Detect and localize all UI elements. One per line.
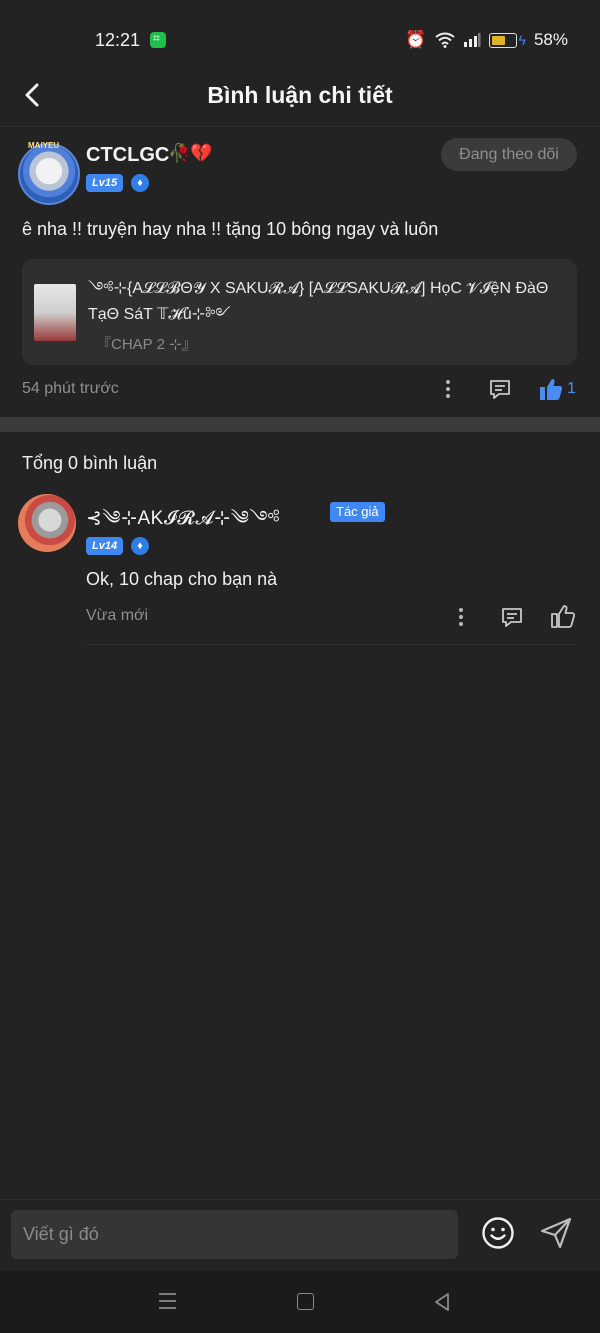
level-badge: Lv14: [86, 537, 124, 555]
home-icon[interactable]: [297, 1293, 314, 1310]
comment-input[interactable]: [11, 1210, 458, 1259]
battery-icon: [488, 32, 517, 48]
comment-timestamp: 54 phút trước: [22, 380, 119, 397]
battery-fill: [491, 35, 505, 45]
section-separator: [0, 417, 600, 432]
send-icon[interactable]: [538, 1215, 574, 1251]
reply-icon[interactable]: [500, 605, 524, 629]
signal-icon: [463, 33, 481, 47]
avatar-frame-tag: MAIYEU: [28, 141, 60, 150]
commenter-username[interactable]: CTCLGC: [86, 144, 169, 167]
recent-apps-icon[interactable]: [158, 1292, 177, 1310]
medal-icon: ♦: [131, 537, 149, 555]
reply-author-avatar[interactable]: [18, 494, 76, 552]
like-filled-icon[interactable]: [538, 376, 564, 402]
header-divider: [0, 126, 600, 127]
username-emoji: 🥀💔: [168, 143, 213, 163]
wifi-icon: [434, 32, 455, 48]
comment-text: ê nha !! truyện hay nha !! tặng 10 bông …: [22, 219, 439, 239]
page-title: Bình luận chi tiết: [207, 82, 393, 108]
status-indicators: ⏰ ϟ 58%: [405, 30, 568, 50]
input-divider: [0, 1199, 600, 1200]
more-options-icon[interactable]: [453, 606, 469, 628]
author-badge: Tác giả: [330, 502, 385, 522]
system-back-icon[interactable]: [433, 1292, 451, 1312]
status-time: 12:21: [95, 30, 141, 50]
story-cover-image: [34, 284, 76, 341]
like-count: 1: [567, 380, 576, 397]
reply-timestamp: Vừa mới: [86, 607, 149, 624]
charging-icon: ϟ: [518, 32, 526, 48]
battery-percent: 58%: [533, 30, 568, 49]
emoji-icon[interactable]: [481, 1216, 515, 1250]
total-comments-label: Tổng 0 bình luận: [22, 453, 158, 473]
story-title: ༺⊹{A𝓛𝓛𝓑Θ𝓨 X SAKU𝓡𝓐} [A𝓛𝓛SAKU𝓡𝓐] HọC 𝓥𝓘ệN…: [88, 280, 549, 323]
like-outline-icon[interactable]: [550, 603, 576, 629]
medal-icon: ♦: [131, 174, 149, 192]
level-badge: Lv15: [86, 174, 124, 192]
reply-text: Ok, 10 chap cho bạn nà: [86, 569, 278, 589]
story-chapter: 『CHAP 2 ⊹』: [96, 336, 197, 353]
following-button[interactable]: Đang theo dõi: [441, 138, 577, 171]
app-notification-icon: [150, 31, 166, 48]
reply-icon[interactable]: [488, 377, 512, 401]
alarm-icon: ⏰: [405, 30, 427, 49]
reply-divider: [86, 644, 576, 645]
commenter-avatar[interactable]: [18, 143, 80, 205]
more-options-icon[interactable]: [440, 378, 456, 400]
